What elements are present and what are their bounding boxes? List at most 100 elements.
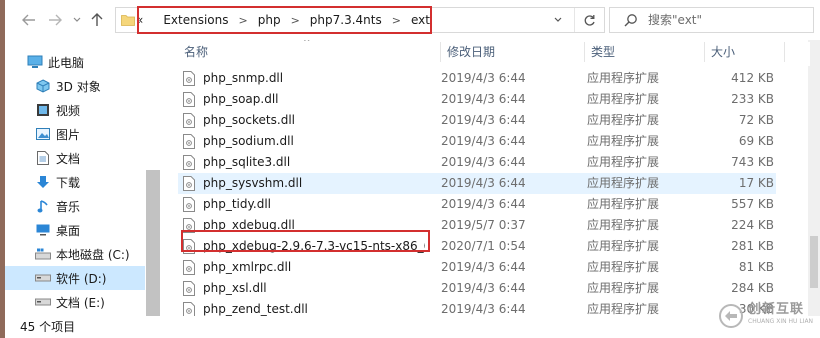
file-size: 281 KB xyxy=(731,239,774,253)
folder-icon xyxy=(121,15,135,26)
file-size: 224 KB xyxy=(731,218,774,232)
file-size: 743 KB xyxy=(731,155,774,169)
chevron-down-icon xyxy=(554,17,562,22)
file-name: php_sockets.dll xyxy=(203,113,295,127)
sidebar-item-desktop[interactable]: 桌面 xyxy=(5,218,145,242)
dll-file-icon xyxy=(183,239,195,254)
file-row[interactable]: php_zend_test.dll 2019/4/3 6:44 应用程序扩展 30 K… xyxy=(178,299,776,316)
file-row[interactable]: php_snmp.dll 2019/4/3 6:44 应用程序扩展 412 KB xyxy=(178,68,776,89)
sidebar-item-downloads[interactable]: 下载 xyxy=(5,170,145,194)
file-type: 应用程序扩展 xyxy=(587,113,660,127)
file-row[interactable]: php_sqlite3.dll 2019/4/3 6:44 应用程序扩展 743 KB xyxy=(178,152,776,173)
breadcrumb-php[interactable]: php xyxy=(258,8,281,32)
sidebar-item-music[interactable]: 音乐 xyxy=(5,194,145,218)
column-header-row: 名称 ^ 修改日期 类型 大小 xyxy=(160,40,810,66)
file-size: 412 KB xyxy=(731,71,774,85)
column-header-type[interactable]: 类型 xyxy=(585,42,705,62)
sidebar-item-this-pc[interactable]: 此电脑 xyxy=(5,50,145,74)
file-type: 应用程序扩展 xyxy=(587,71,660,85)
file-date: 2019/4/3 6:44 xyxy=(441,302,526,316)
sidebar-item-label: 音乐 xyxy=(56,199,81,214)
watermark: 创新互联 CHUANG XIN HU LIAN xyxy=(718,296,818,336)
file-row[interactable]: php_xdebug-2.9.6-7.3-vc15-nts-x86_6... 20… xyxy=(178,236,776,257)
sidebar-item-documents[interactable]: 文档 xyxy=(5,146,145,170)
music-icon xyxy=(35,198,51,214)
column-header-size[interactable]: 大小 xyxy=(705,42,785,62)
dll-file-icon xyxy=(183,134,195,149)
sidebar-item-drive-d[interactable]: 软件 (D:) xyxy=(5,266,145,290)
column-header-date[interactable]: 修改日期 xyxy=(441,42,585,62)
file-date: 2019/4/3 6:44 xyxy=(441,113,526,127)
file-row[interactable]: php_soap.dll 2019/4/3 6:44 应用程序扩展 233 KB xyxy=(178,89,776,110)
sidebar-item-label: 文档 (E:) xyxy=(56,295,105,310)
file-date: 2019/4/3 6:44 xyxy=(441,155,526,169)
breadcrumb-separator[interactable]: > xyxy=(392,9,401,33)
file-type: 应用程序扩展 xyxy=(587,155,660,169)
file-row[interactable]: php_tidy.dll 2019/4/3 6:44 应用程序扩展 557 KB xyxy=(178,194,776,215)
file-date: 2020/7/1 0:54 xyxy=(441,239,526,253)
drive-icon xyxy=(35,270,51,286)
refresh-button[interactable] xyxy=(574,8,604,32)
sidebar-item-pictures[interactable]: 图片 xyxy=(5,122,145,146)
address-bar[interactable]: « Extensions > php > php7.3.4nts > ext xyxy=(115,7,605,33)
file-name: php_sodium.dll xyxy=(203,134,294,148)
sidebar-item-label: 此电脑 xyxy=(48,55,85,70)
forward-button[interactable] xyxy=(43,8,67,32)
breadcrumb-php734nts[interactable]: php7.3.4nts xyxy=(310,8,382,32)
file-row[interactable]: php_sodium.dll 2019/4/3 6:44 应用程序扩展 69 KB xyxy=(178,131,776,152)
back-button[interactable] xyxy=(17,8,41,32)
navigation-pane: 此电脑 3D 对象 视频 图片 文档 下载 音乐 桌面 本地磁盘 (C:) 软件… xyxy=(5,40,145,316)
sidebar-item-label: 3D 对象 xyxy=(56,79,101,94)
file-size: 81 KB xyxy=(738,260,774,274)
file-row[interactable]: php_sockets.dll 2019/4/3 6:44 应用程序扩展 72 KB xyxy=(178,110,776,131)
file-name: php_xdebug.dll xyxy=(203,218,295,232)
file-date: 2019/5/7 0:37 xyxy=(441,218,526,232)
file-date: 2019/4/3 6:44 xyxy=(441,260,526,274)
file-date: 2019/4/3 6:44 xyxy=(441,176,526,190)
file-size: 69 KB xyxy=(738,134,774,148)
sidebar-item-3d-objects[interactable]: 3D 对象 xyxy=(5,74,145,98)
scrollbar-thumb[interactable] xyxy=(810,236,818,288)
address-history-button[interactable] xyxy=(548,8,568,32)
sidebar-item-label: 视频 xyxy=(56,103,81,118)
search-input[interactable]: 搜索"ext" xyxy=(609,7,814,33)
breadcrumb-extensions[interactable]: Extensions xyxy=(163,8,228,32)
file-type: 应用程序扩展 xyxy=(587,239,660,253)
file-row[interactable]: php_xmlrpc.dll 2019/4/3 6:44 应用程序扩展 81 KB xyxy=(178,257,776,278)
item-count: 45 个项目 xyxy=(20,320,76,334)
sidebar-item-drive-e[interactable]: 文档 (E:) xyxy=(5,290,145,314)
dll-file-icon xyxy=(183,176,195,191)
cube-icon xyxy=(35,78,51,94)
breadcrumb-separator[interactable]: > xyxy=(291,9,300,33)
forward-arrow-icon xyxy=(49,14,62,26)
breadcrumb-ext[interactable]: ext xyxy=(411,8,430,32)
file-type: 应用程序扩展 xyxy=(587,302,660,316)
breadcrumb-overflow[interactable]: « xyxy=(136,8,143,32)
windows-drive-icon xyxy=(35,246,51,262)
picture-icon xyxy=(35,126,51,142)
file-type: 应用程序扩展 xyxy=(587,218,660,232)
file-row[interactable]: php_xdebug.dll 2019/5/7 0:37 应用程序扩展 224 KB xyxy=(178,215,776,236)
breadcrumb-separator[interactable]: > xyxy=(239,9,248,33)
up-arrow-icon xyxy=(91,13,103,26)
file-date: 2019/4/3 6:44 xyxy=(441,197,526,211)
dll-file-icon xyxy=(183,71,195,86)
file-name: php_zend_test.dll xyxy=(203,302,308,316)
sort-ascending-icon: ^ xyxy=(303,40,311,48)
download-icon xyxy=(35,174,51,190)
file-list-scrollbar[interactable] xyxy=(808,40,820,316)
sidebar-item-drive-c[interactable]: 本地磁盘 (C:) xyxy=(5,242,145,266)
up-button[interactable] xyxy=(85,8,109,32)
file-row[interactable]: php_xsl.dll 2019/4/3 6:44 应用程序扩展 284 KB xyxy=(178,278,776,299)
search-icon xyxy=(624,14,637,27)
file-row[interactable]: php_sysvshm.dll 2019/4/3 6:44 应用程序扩展 17 KB xyxy=(178,173,776,194)
file-size: 557 KB xyxy=(731,197,774,211)
dll-file-icon xyxy=(183,197,195,212)
sidebar-item-videos[interactable]: 视频 xyxy=(5,98,145,122)
computer-icon xyxy=(27,54,43,70)
dll-file-icon xyxy=(183,218,195,233)
sidebar-scrollbar[interactable] xyxy=(146,170,160,316)
file-type: 应用程序扩展 xyxy=(587,197,660,211)
watermark-subtext: CHUANG XIN HU LIAN xyxy=(748,318,814,325)
sidebar-item-label: 桌面 xyxy=(56,223,81,238)
